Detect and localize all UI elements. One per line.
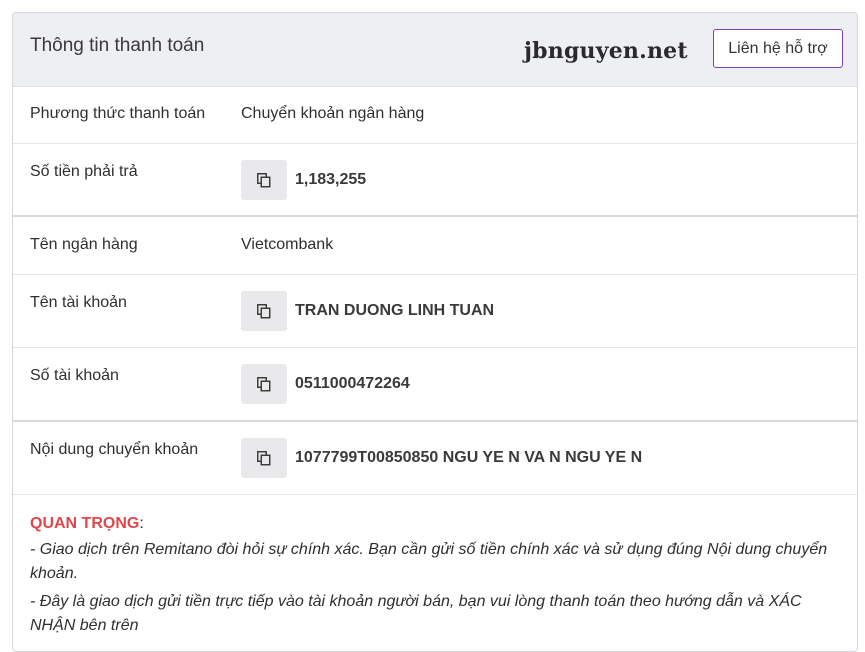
watermark-logo: jbnguyen.net <box>524 38 688 64</box>
label-account-name: Tên tài khoản <box>30 294 127 311</box>
value-account-name: TRAN DUONG LINH TUAN <box>295 302 495 319</box>
important-colon: : <box>139 515 144 532</box>
value-payment-method: Chuyển khoản ngân hàng <box>241 105 425 122</box>
row-account-number: Số tài khoản 0511000472264 <box>13 348 857 422</box>
value-transfer-content: 1077799T00850850 NGU YE N VA N NGU YE N <box>295 449 643 466</box>
row-account-name: Tên tài khoản TRAN DUONG LINH TUAN <box>13 275 857 348</box>
label-payment-method: Phương thức thanh toán <box>30 105 206 122</box>
panel-header: Thông tin thanh toán jbnguyen.net Liên h… <box>13 13 857 87</box>
value-bank-name: Vietcombank <box>241 236 334 253</box>
value-account-number: 0511000472264 <box>295 375 410 392</box>
label-account-number: Số tài khoản <box>30 367 119 384</box>
note-item: - Giao dịch trên Remitano đòi hỏi sự chí… <box>30 541 828 582</box>
payment-info-panel: Thông tin thanh toán jbnguyen.net Liên h… <box>12 12 858 652</box>
row-transfer-content: Nội dung chuyển khoản 1077799T00850850 N… <box>13 422 857 495</box>
copy-icon <box>257 377 271 392</box>
important-label: QUAN TRỌNG <box>30 515 140 532</box>
page-title: Thông tin thanh toán <box>30 35 205 56</box>
important-heading: QUAN TRỌNG: <box>30 512 840 536</box>
row-amount: Số tiền phải trả 1,183,255 <box>13 144 857 217</box>
row-payment-method: Phương thức thanh toán Chuyển khoản ngân… <box>13 87 857 144</box>
important-notes: QUAN TRỌNG: - Giao dịch trên Remitano đò… <box>13 495 857 638</box>
copy-icon <box>257 451 271 466</box>
label-bank-name: Tên ngân hàng <box>30 236 138 253</box>
row-bank-name: Tên ngân hàng Vietcombank <box>13 217 857 275</box>
copy-transfer-content-button[interactable] <box>241 438 287 478</box>
label-transfer-content: Nội dung chuyển khoản <box>30 441 199 458</box>
copy-icon <box>257 173 271 188</box>
copy-account-name-button[interactable] <box>241 291 287 331</box>
copy-account-number-button[interactable] <box>241 364 287 404</box>
copy-amount-button[interactable] <box>241 160 287 200</box>
note-item: - Đây là giao dịch gửi tiền trực tiếp và… <box>30 593 802 634</box>
label-amount: Số tiền phải trả <box>30 163 138 180</box>
copy-icon <box>257 304 271 319</box>
value-amount: 1,183,255 <box>295 171 367 188</box>
contact-support-button[interactable]: Liên hệ hỗ trợ <box>713 29 843 68</box>
